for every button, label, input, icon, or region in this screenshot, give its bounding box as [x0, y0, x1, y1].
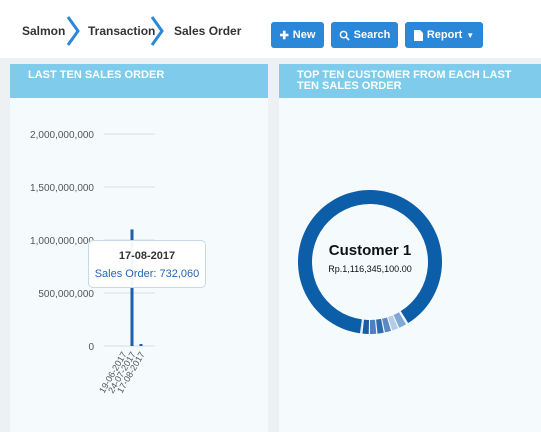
donut-center-name: Customer 1: [329, 242, 412, 259]
y-tick-label: 1,000,000,000: [30, 236, 94, 247]
y-tick-label: 500,000,000: [38, 289, 94, 300]
breadcrumb-item-transaction[interactable]: Transaction: [88, 24, 155, 38]
y-tick-label: 0: [88, 342, 94, 353]
panel-title: TOP TEN CUSTOMER FROM EACH LAST TEN SALE…: [279, 64, 541, 98]
breadcrumb-item-salmon[interactable]: Salmon: [22, 24, 65, 38]
panel-title: LAST TEN SALES ORDER: [10, 64, 268, 98]
report-dropdown-button[interactable]: Report ▼: [405, 22, 483, 48]
breadcrumb-item-sales-order: Sales Order: [174, 24, 242, 38]
chart-tooltip: 17-08-2017 Sales Order: 732,060: [88, 240, 206, 288]
top-bar: Salmon Transaction Sales Order ✚ New Sea…: [0, 0, 541, 58]
chevron-right-icon: [66, 16, 80, 46]
new-button[interactable]: ✚ New: [271, 22, 324, 48]
caret-down-icon: ▼: [466, 30, 475, 40]
donut-slice[interactable]: [362, 319, 369, 334]
plus-icon: ✚: [279, 29, 289, 42]
tooltip-value: Sales Order: 732,060: [94, 268, 200, 280]
y-tick-label: 1,500,000,000: [30, 183, 94, 194]
tooltip-date: 17-08-2017: [118, 250, 176, 262]
donut-slice[interactable]: [370, 319, 377, 334]
donut-slice-customer-1[interactable]: [298, 190, 442, 334]
top-ten-customer-panel: TOP TEN CUSTOMER FROM EACH LAST TEN SALE…: [279, 64, 541, 432]
bar[interactable]: [139, 344, 143, 346]
donut-chart: Customer 1 Rp.1,116,345,100.00: [298, 190, 442, 334]
breadcrumb: Salmon Transaction Sales Order: [8, 12, 244, 50]
donut-center-value: Rp.1,116,345,100.00: [328, 264, 411, 274]
search-button[interactable]: Search: [331, 22, 398, 48]
y-tick-label: 2,000,000,000: [30, 130, 94, 141]
document-icon: [413, 29, 423, 41]
search-icon: [339, 30, 350, 41]
chevron-right-icon: [150, 16, 164, 46]
